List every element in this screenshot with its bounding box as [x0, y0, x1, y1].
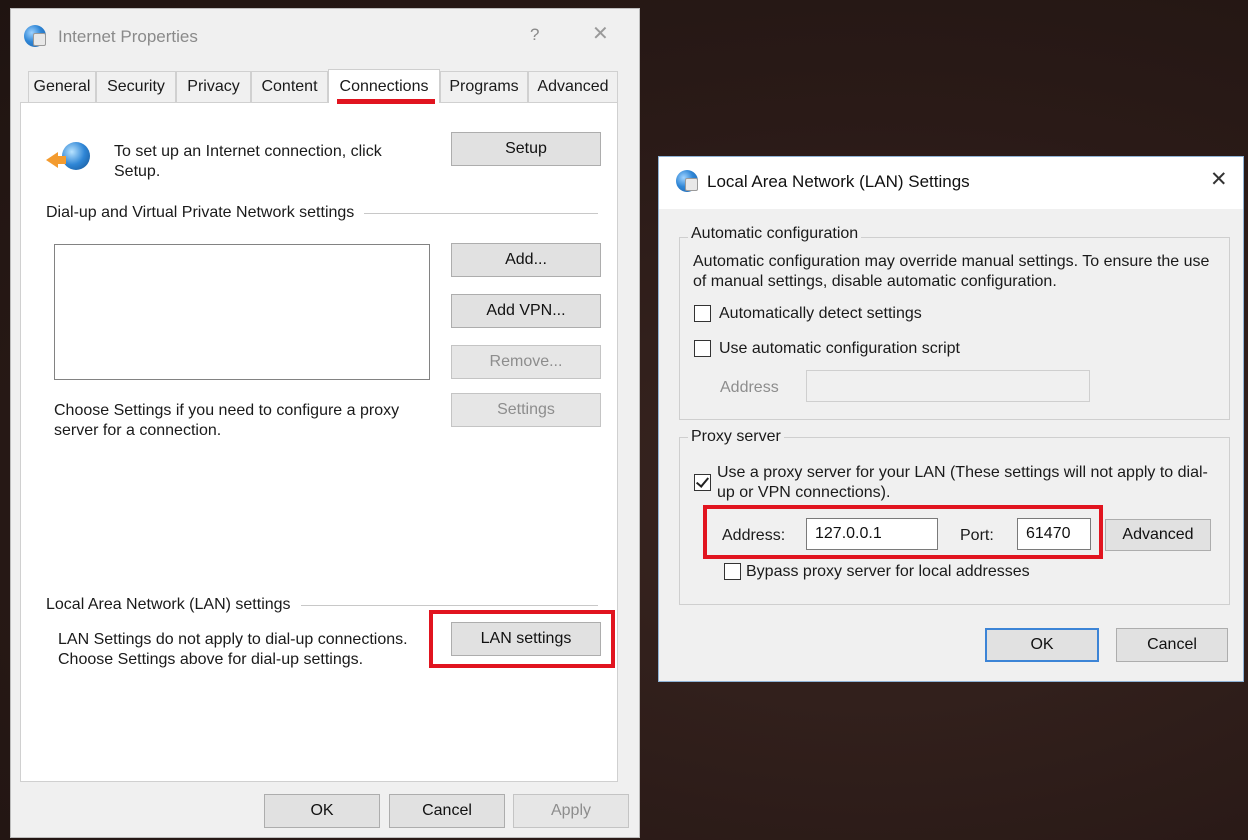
script-address-label: Address [720, 379, 779, 396]
tab-programs[interactable]: Programs [440, 71, 528, 102]
tab-security[interactable]: Security [96, 71, 176, 102]
lan-ok-button[interactable]: OK [985, 628, 1099, 662]
lan-description: LAN Settings do not apply to dial-up con… [58, 631, 408, 668]
lan-group-label: Local Area Network (LAN) settings [46, 596, 291, 613]
dialup-group-label: Dial-up and Virtual Private Network sett… [46, 204, 355, 221]
lan-window-title: Local Area Network (LAN) Settings [707, 172, 970, 191]
lan-cancel-button[interactable]: Cancel [1116, 628, 1228, 662]
apply-button[interactable]: Apply [513, 794, 629, 828]
help-button[interactable]: ? [530, 25, 539, 45]
use-proxy-checkbox[interactable] [694, 474, 711, 491]
lan-close-icon[interactable]: ✕ [1210, 169, 1228, 190]
auto-script-label: Use automatic configuration script [719, 340, 960, 357]
window-title: Internet Properties [58, 27, 198, 46]
setup-button[interactable]: Setup [451, 132, 601, 166]
tab-connections[interactable]: Connections [328, 69, 440, 103]
lan-settings-highlight [429, 610, 615, 668]
add-vpn-button[interactable]: Add VPN... [451, 294, 601, 328]
tab-general[interactable]: General [28, 71, 96, 102]
remove-button[interactable]: Remove... [451, 345, 601, 379]
lan-window-icon [676, 170, 698, 192]
auto-config-label: Automatic configuration [688, 224, 862, 244]
connections-tab-underline [337, 99, 435, 104]
proxy-address-highlight [703, 505, 1103, 559]
internet-properties-icon [24, 25, 46, 47]
auto-detect-checkbox[interactable] [694, 305, 711, 322]
bypass-local-checkbox[interactable] [724, 563, 741, 580]
add-button[interactable]: Add... [451, 243, 601, 277]
connections-list[interactable] [54, 244, 430, 380]
settings-button[interactable]: Settings [451, 393, 601, 427]
proxy-description: Choose Settings if you need to configure… [54, 402, 400, 439]
proxy-advanced-button[interactable]: Advanced [1105, 519, 1211, 551]
close-icon[interactable]: ✕ [592, 24, 609, 44]
bypass-local-label: Bypass proxy server for local addresses [746, 563, 1030, 580]
script-address-field[interactable] [806, 370, 1090, 402]
auto-script-checkbox[interactable] [694, 340, 711, 357]
dialup-group-header: Dial-up and Virtual Private Network sett… [46, 204, 598, 222]
setup-description: To set up an Internet connection, click … [114, 143, 382, 180]
cancel-button[interactable]: Cancel [389, 794, 505, 828]
connection-wizard-icon [46, 138, 92, 174]
auto-detect-label: Automatically detect settings [719, 305, 922, 322]
tab-content[interactable]: Content [251, 71, 328, 102]
use-proxy-label: Use a proxy server for your LAN (These s… [717, 464, 1208, 501]
tab-advanced[interactable]: Advanced [528, 71, 618, 102]
auto-config-description: Automatic configuration may override man… [693, 253, 1210, 290]
proxy-server-label: Proxy server [688, 427, 784, 447]
tab-privacy[interactable]: Privacy [176, 71, 251, 102]
ok-button[interactable]: OK [264, 794, 380, 828]
